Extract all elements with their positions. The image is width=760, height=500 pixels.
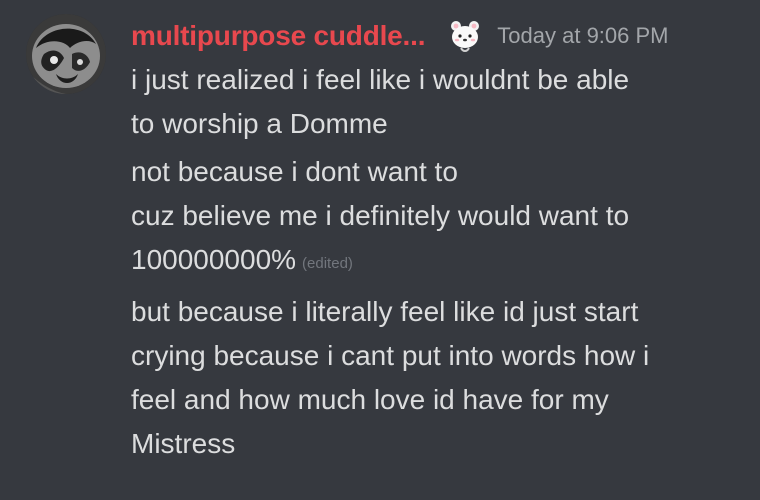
edited-label: (edited) — [302, 255, 353, 272]
bear-emoji-icon — [447, 18, 483, 54]
message-text: 100000000% — [131, 244, 297, 275]
avatar-image — [26, 14, 106, 94]
avatar[interactable] — [26, 14, 106, 94]
message-line: i just realized i feel like i wouldnt be… — [131, 64, 630, 95]
message-line: to worship a Domme — [131, 108, 388, 139]
message-line: crying because i cant put into words how… — [131, 340, 650, 371]
message-header: multipurpose cuddle... Today at 9:06 PM — [131, 14, 741, 58]
message-line: but because i literally feel like id jus… — [131, 296, 639, 327]
message-group: but because i literally feel like id jus… — [131, 290, 741, 466]
message-line: Mistress — [131, 428, 236, 459]
message-line: cuz believe me i definitely would want t… — [131, 200, 630, 231]
message-line: not because i dont want to — [131, 156, 458, 187]
message-line: feel and how much love id have for my — [131, 384, 609, 415]
chat-message: multipurpose cuddle... Today at 9:06 PM — [0, 0, 760, 500]
message-group: not because i dont want to cuz believe m… — [131, 150, 741, 286]
message-line-with-edit: 100000000% (edited) — [131, 238, 741, 286]
message-group: i just realized i feel like i wouldnt be… — [131, 58, 741, 146]
username[interactable]: multipurpose cuddle... — [131, 20, 425, 52]
message-content: multipurpose cuddle... Today at 9:06 PM — [131, 14, 741, 466]
timestamp: Today at 9:06 PM — [497, 23, 669, 48]
